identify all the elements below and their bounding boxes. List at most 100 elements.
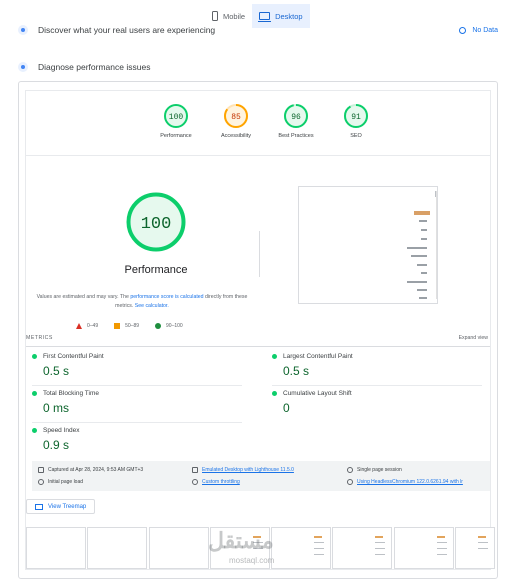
metric-cls: Cumulative Layout Shift 0 (272, 390, 482, 426)
gauge-value: 100 (169, 113, 184, 122)
session-type: Single page session (347, 467, 402, 473)
info-icon (459, 26, 467, 34)
metrics-header: METRICS Expand view (26, 335, 490, 347)
metric-name: Cumulative Layout Shift (283, 390, 352, 397)
see-calculator-link[interactable]: See calculator. (135, 303, 169, 309)
metric-value: 0.9 s (43, 438, 70, 452)
gauge-best-practices[interactable]: 96 Best Practices (266, 103, 326, 139)
watermark-brand: مستقل (208, 528, 274, 553)
gauge-ring: 91 (344, 104, 368, 128)
section-discover-title: Discover what your real users are experi… (38, 25, 216, 35)
filmstrip-frame (87, 527, 148, 569)
report-card: 100 Performance 85 Accessibility 96 Best… (18, 81, 498, 579)
note-text: Values are estimated and may vary. The (36, 294, 131, 300)
metric-fcp: First Contentful Paint 0.5 s (32, 353, 242, 389)
gauge-ring: 85 (224, 104, 248, 128)
gauge-label: Accessibility (221, 133, 251, 139)
expand-view-toggle[interactable]: Expand view (459, 335, 488, 341)
pass-dot-icon (32, 391, 37, 396)
phone-icon (212, 11, 218, 21)
metric-name: Largest Contentful Paint (283, 353, 353, 360)
filmstrip-frame (332, 527, 393, 569)
no-data-badge: No Data (459, 26, 498, 34)
filmstrip-frame (393, 527, 454, 569)
browser-version-link[interactable]: Using HeadlessChromium 122.0.6261.94 wit… (357, 479, 463, 485)
browser-icon (347, 479, 353, 485)
initial-load: Initial page load (38, 479, 83, 485)
section-dot-icon (18, 62, 28, 72)
circle-icon (155, 323, 162, 329)
gauge-ring: 96 (284, 104, 308, 128)
captured-at-text: Captured at Apr 28, 2024, 9:53 AM GMT+3 (48, 467, 144, 473)
metric-value: 0 (283, 401, 290, 415)
legend-fail: 0–49 (76, 323, 98, 329)
view-treemap-button[interactable]: View Treemap (26, 499, 96, 514)
triangle-icon (76, 323, 82, 329)
pass-dot-icon (32, 428, 37, 433)
view-treemap-label: View Treemap (48, 503, 87, 510)
initial-load-text: Initial page load (48, 479, 84, 485)
gauge-seo[interactable]: 91 SEO (326, 103, 386, 139)
performance-note: Values are estimated and may vary. The p… (34, 293, 250, 310)
pass-dot-icon (272, 391, 277, 396)
section-diagnose-title: Diagnose performance issues (38, 62, 151, 72)
captured-at: Captured at Apr 28, 2024, 9:53 AM GMT+3 (38, 467, 143, 473)
gauges-divider (26, 155, 490, 156)
desktop-icon (258, 12, 272, 22)
square-icon (114, 323, 121, 329)
legend-fail-label: 0–49 (87, 323, 99, 329)
metric-value: 0.5 s (43, 364, 70, 378)
tab-desktop-label: Desktop (275, 11, 303, 21)
report-inner: 100 Performance 85 Accessibility 96 Best… (25, 90, 496, 570)
gauge-label: SEO (350, 133, 362, 139)
metric-speed-index: Speed Index 0.9 s (32, 427, 242, 463)
legend-pass: 90–100 (155, 323, 183, 329)
emulated-device-link[interactable]: Emulated Desktop with Lighthouse 11.5.0 (202, 467, 294, 473)
gauge-ring: 100 (164, 104, 188, 128)
large-gauge-value: 100 (141, 215, 172, 234)
gauge-label: Performance (160, 133, 192, 139)
session-type-text: Single page session (357, 467, 402, 473)
no-data-label: No Data (472, 26, 498, 34)
gauge-performance[interactable]: 100 Performance (146, 103, 206, 139)
metric-name: First Contentful Paint (43, 353, 104, 360)
metric-lcp: Largest Contentful Paint 0.5 s (272, 353, 482, 389)
filmstrip-frame (26, 527, 86, 569)
gauge-value: 91 (351, 113, 361, 122)
gauge-value: 85 (231, 113, 241, 122)
wifi-icon (192, 479, 198, 485)
performance-gauge-large: 100 Performance (106, 191, 206, 276)
legend-pass-label: 90–100 (166, 323, 183, 329)
filmstrip-frame (455, 527, 496, 569)
throttling: Custom throttling (192, 479, 240, 485)
filmstrip-frame (271, 527, 332, 569)
performance-title: Performance (124, 264, 188, 276)
legend-average-label: 50–89 (125, 323, 140, 329)
score-gauges: 100 Performance 85 Accessibility 96 Best… (26, 95, 490, 153)
score-calculated-link[interactable]: performance score is calculated (130, 294, 203, 300)
vertical-separator (259, 231, 260, 277)
watermark-domain: mostaql.com (229, 556, 275, 565)
score-legend: 0–49 50–89 90–100 (76, 323, 183, 329)
treemap-icon (35, 503, 43, 510)
metric-value: 0 ms (43, 401, 70, 415)
section-diagnose[interactable]: Diagnose performance issues (18, 62, 498, 72)
pass-dot-icon (272, 354, 277, 359)
gauge-accessibility[interactable]: 85 Accessibility (206, 103, 266, 139)
metric-tbt: Total Blocking Time 0 ms (32, 390, 242, 426)
tab-mobile-label: Mobile (223, 11, 246, 21)
gauge-label: Best Practices (278, 133, 314, 139)
gauge-value: 96 (291, 113, 301, 122)
laptop-icon (192, 467, 198, 473)
section-discover[interactable]: Discover what your real users are experi… (18, 25, 498, 35)
metric-name: Speed Index (43, 427, 80, 434)
pass-dot-icon (32, 354, 37, 359)
throttling-link[interactable]: Custom throttling (202, 479, 240, 485)
metric-name: Total Blocking Time (43, 390, 99, 397)
browser-version: Using HeadlessChromium 122.0.6261.94 wit… (347, 479, 463, 485)
person-icon (347, 467, 353, 473)
timer-icon (38, 479, 44, 485)
calendar-icon (38, 467, 44, 473)
section-dot-icon (18, 25, 28, 35)
gauge-ring-large: 100 (126, 192, 186, 252)
